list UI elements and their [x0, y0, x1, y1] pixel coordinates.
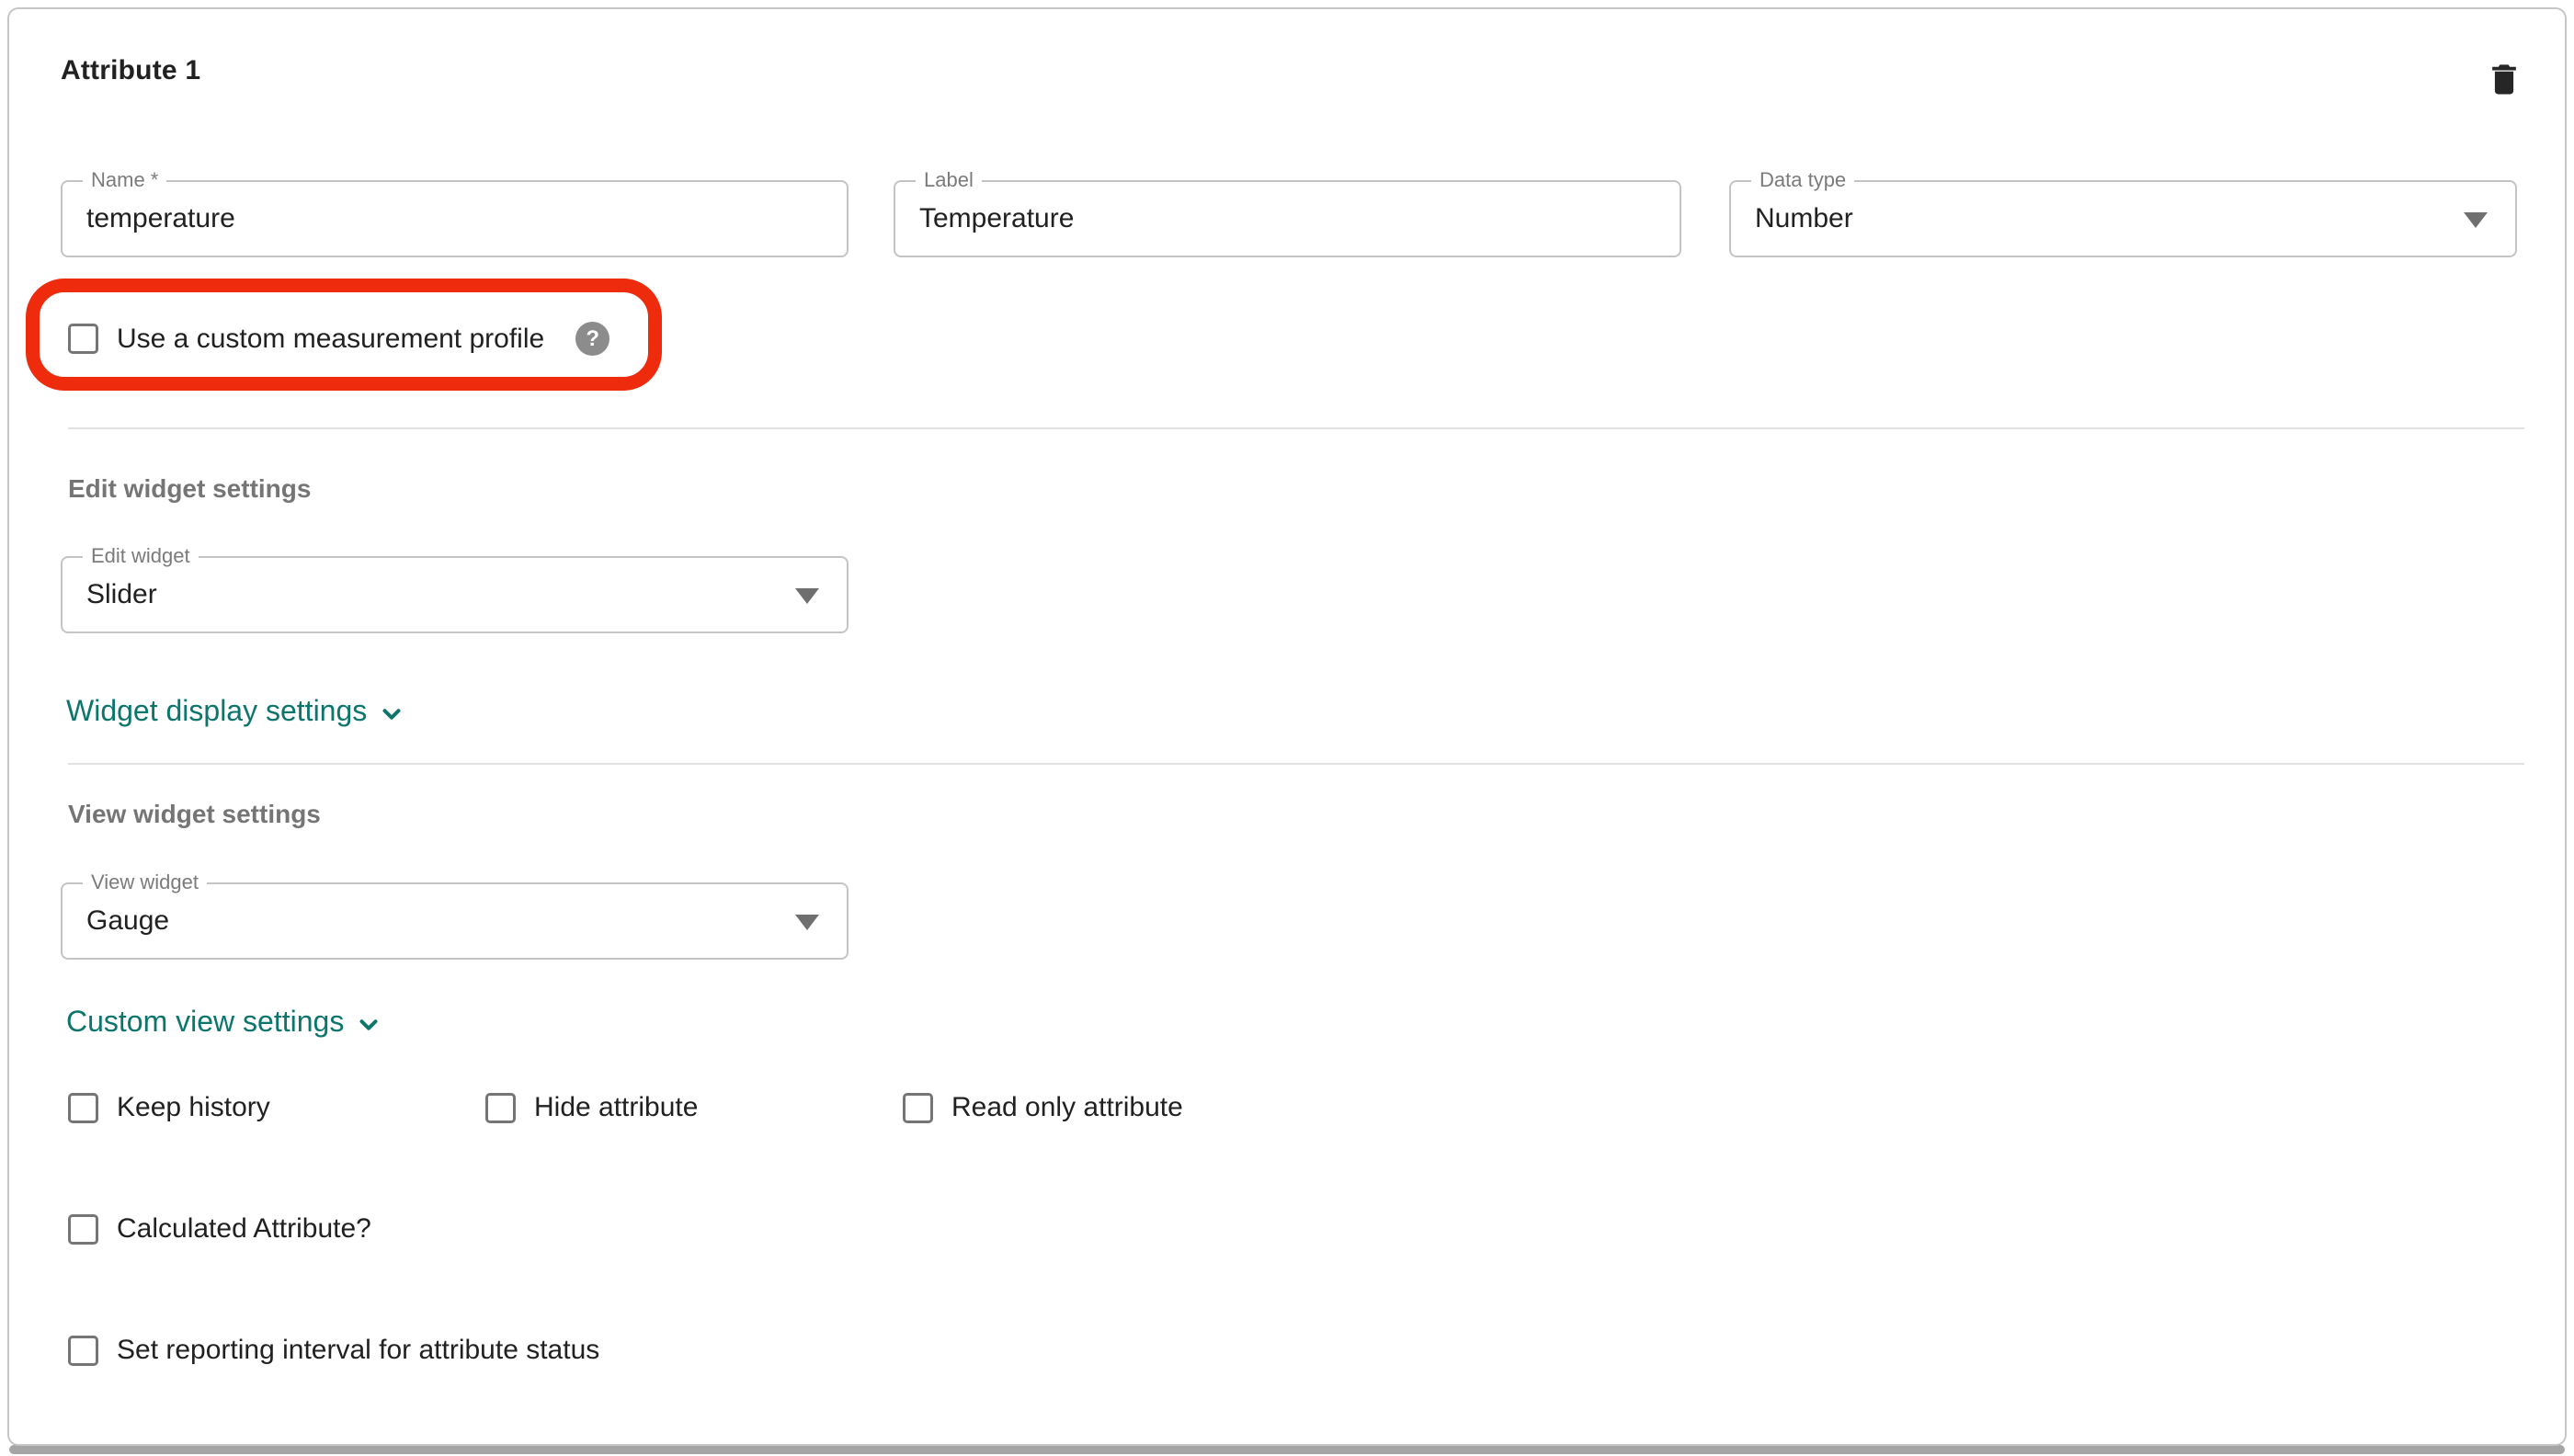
page-bottom-strip [9, 1445, 2565, 1454]
view-widget-select-value: Gauge [86, 905, 169, 937]
name-field[interactable]: Name * [61, 180, 849, 257]
view-widget-select-label: View widget [83, 870, 207, 894]
data-type-select[interactable]: Data type Number [1729, 180, 2517, 257]
edit-widget-select-value: Slider [86, 579, 157, 610]
calculated-attribute-checkbox[interactable] [68, 1214, 98, 1245]
attribute-card: Attribute 1 Name * Label Data type Numbe… [7, 7, 2567, 1446]
keep-history-label: Keep history [117, 1092, 270, 1123]
reporting-interval-checkbox-row[interactable]: Set reporting interval for attribute sta… [68, 1335, 599, 1366]
view-widget-select[interactable]: View widget Gauge [61, 882, 849, 960]
section-divider [68, 763, 2524, 765]
hide-attribute-checkbox[interactable] [485, 1093, 516, 1123]
dropdown-caret-icon [795, 588, 819, 604]
edit-widget-select[interactable]: Edit widget Slider [61, 556, 849, 633]
dropdown-caret-icon [2464, 212, 2488, 228]
custom-view-settings-label: Custom view settings [66, 1005, 344, 1039]
custom-view-settings-link[interactable]: Custom view settings [66, 1005, 382, 1039]
delete-attribute-button[interactable] [2478, 53, 2530, 105]
widget-display-settings-label: Widget display settings [66, 694, 367, 728]
reporting-interval-label: Set reporting interval for attribute sta… [117, 1335, 599, 1366]
reporting-interval-checkbox[interactable] [68, 1336, 98, 1366]
view-widget-settings-heading: View widget settings [68, 800, 321, 829]
read-only-attribute-label: Read only attribute [951, 1092, 1183, 1123]
card-title: Attribute 1 [61, 55, 200, 86]
help-icon[interactable]: ? [575, 322, 609, 356]
chevron-down-icon [378, 700, 405, 728]
edit-widget-select-label: Edit widget [83, 544, 199, 568]
name-input[interactable] [86, 182, 769, 256]
custom-measurement-profile-checkbox[interactable] [68, 324, 98, 354]
edit-widget-settings-heading: Edit widget settings [68, 474, 311, 504]
data-type-label: Data type [1751, 168, 1854, 192]
dropdown-caret-icon [795, 915, 819, 930]
label-field[interactable]: Label [894, 180, 1681, 257]
page: Attribute 1 Name * Label Data type Numbe… [0, 0, 2574, 1456]
read-only-attribute-checkbox[interactable] [903, 1093, 933, 1123]
calculated-attribute-label: Calculated Attribute? [117, 1213, 371, 1245]
keep-history-checkbox[interactable] [68, 1093, 98, 1123]
keep-history-checkbox-row[interactable]: Keep history [68, 1092, 270, 1123]
hide-attribute-checkbox-row[interactable]: Hide attribute [485, 1092, 698, 1123]
widget-display-settings-link[interactable]: Widget display settings [66, 694, 405, 728]
custom-measurement-profile-label: Use a custom measurement profile [117, 324, 544, 355]
trash-icon [2484, 57, 2524, 101]
hide-attribute-label: Hide attribute [534, 1092, 698, 1123]
calculated-attribute-checkbox-row[interactable]: Calculated Attribute? [68, 1213, 371, 1245]
section-divider [68, 427, 2524, 429]
data-type-value: Number [1755, 203, 1853, 234]
chevron-down-icon [355, 1011, 382, 1039]
read-only-attribute-checkbox-row[interactable]: Read only attribute [903, 1092, 1183, 1123]
label-input[interactable] [919, 182, 1602, 256]
custom-measurement-profile-checkbox-row[interactable]: Use a custom measurement profile ? [68, 322, 609, 356]
